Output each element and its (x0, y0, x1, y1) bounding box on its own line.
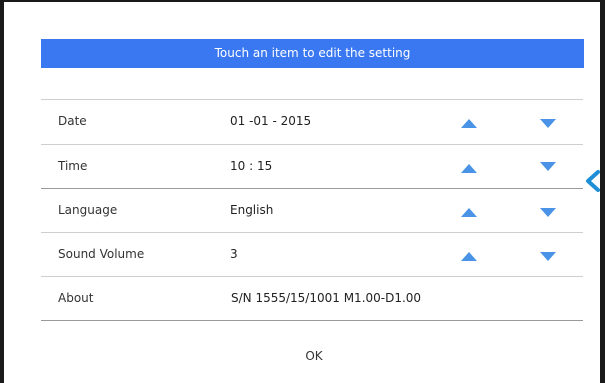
instruction-banner: Touch an item to edit the setting (41, 39, 584, 68)
setting-row-language[interactable]: Language English (41, 189, 583, 233)
setting-value-date[interactable]: 01 -01 - 2015 (230, 114, 311, 128)
setting-label-language: Language (58, 203, 118, 217)
setting-row-time[interactable]: Time 10 : 15 (41, 145, 583, 189)
time-decrement-arrow-down-icon[interactable] (540, 162, 556, 171)
divider (41, 320, 583, 321)
setting-value-language[interactable]: English (230, 203, 273, 217)
time-increment-arrow-up-icon[interactable] (461, 164, 477, 173)
setting-label-date: Date (58, 114, 87, 128)
setting-row-date[interactable]: Date 01 -01 - 2015 (41, 100, 583, 144)
setting-value-about: S/N 1555/15/1001 M1.00-D1.00 (231, 291, 422, 305)
setting-value-sound-volume[interactable]: 3 (230, 247, 238, 261)
setting-label-sound-volume: Sound Volume (58, 247, 145, 261)
language-decrement-arrow-down-icon[interactable] (540, 208, 556, 217)
sound-volume-decrement-arrow-down-icon[interactable] (540, 252, 556, 261)
setting-row-about[interactable]: About S/N 1555/15/1001 M1.00-D1.00 (41, 277, 583, 321)
date-increment-arrow-up-icon[interactable] (461, 119, 477, 128)
settings-dialog: Touch an item to edit the setting Date 0… (0, 0, 605, 383)
sound-volume-increment-arrow-up-icon[interactable] (461, 252, 477, 261)
left-pointer-icon (586, 170, 600, 192)
language-increment-arrow-up-icon[interactable] (461, 208, 477, 217)
setting-row-sound-volume[interactable]: Sound Volume 3 (41, 233, 583, 277)
setting-label-about: About (58, 291, 94, 305)
setting-value-time[interactable]: 10 : 15 (230, 159, 272, 173)
date-decrement-arrow-down-icon[interactable] (540, 119, 556, 128)
setting-label-time: Time (58, 159, 88, 173)
ok-button[interactable]: OK (284, 345, 344, 367)
